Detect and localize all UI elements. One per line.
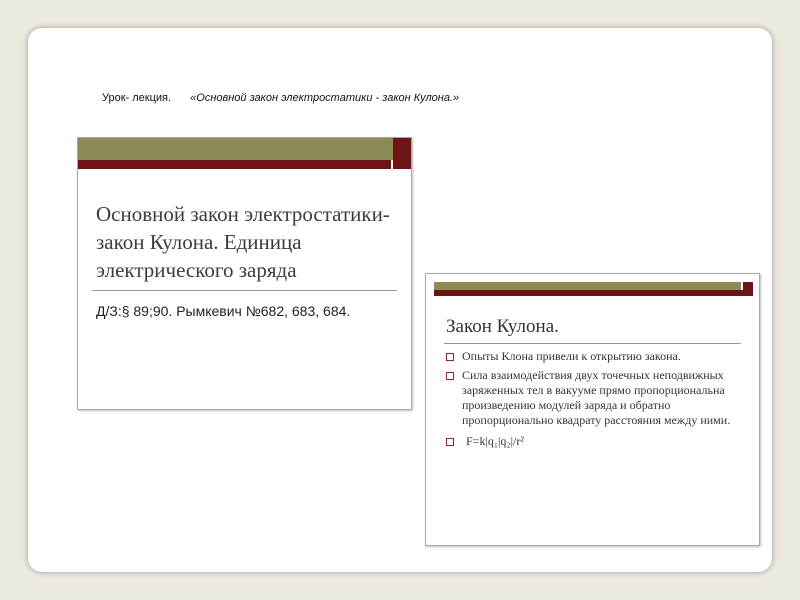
lesson-header: Урок- лекция. «Основной закон электроста…: [102, 92, 459, 104]
list-item: F=k|q₁|q₂|/r²: [446, 434, 746, 449]
list-item: Опыты Клона привели к открытию закона.: [446, 349, 746, 364]
olive-band: [434, 282, 741, 290]
olive-band: [78, 138, 393, 160]
list-item-text: Сила взаимодействия двух точечных неподв…: [462, 368, 731, 427]
square-bullet-icon: [446, 353, 454, 361]
divider: [444, 343, 741, 344]
slide2-title: Закон Кулона.: [446, 316, 559, 337]
square-bullet-icon: [446, 438, 454, 446]
maroon-square: [393, 138, 411, 160]
slide1-title-line: электрического заряда: [96, 258, 297, 282]
maroon-strip: [78, 160, 411, 169]
bullet-list: Опыты Клона привели к открытию закона. С…: [446, 349, 746, 453]
slide-header-bar: [78, 138, 411, 160]
slide-thumbnail-2: Закон Кулона. Опыты Клона привели к откр…: [425, 273, 760, 546]
slide-thumbnail-1: Основной закон электростатики- закон Кул…: [77, 137, 412, 410]
square-bullet-icon: [446, 372, 454, 380]
maroon-strip: [434, 290, 745, 296]
lesson-title: «Основной закон электростатики - закон К…: [190, 92, 460, 104]
slide1-title: Основной закон электростатики- закон Кул…: [96, 200, 396, 284]
lesson-type: Урок- лекция.: [102, 92, 172, 104]
formula-text: F=k|q₁|q₂|/r²: [466, 434, 524, 448]
homework-text: Д/З:§ 89;90. Рымкевич №682, 683, 684.: [96, 303, 351, 319]
slide1-title-line: закон Кулона. Единица: [96, 230, 302, 254]
divider: [92, 290, 397, 291]
list-item-text: Опыты Клона привели к открытию закона.: [462, 349, 681, 363]
list-item: Сила взаимодействия двух точечных неподв…: [446, 368, 746, 428]
slide1-title-line: Основной закон электростатики-: [96, 202, 390, 226]
